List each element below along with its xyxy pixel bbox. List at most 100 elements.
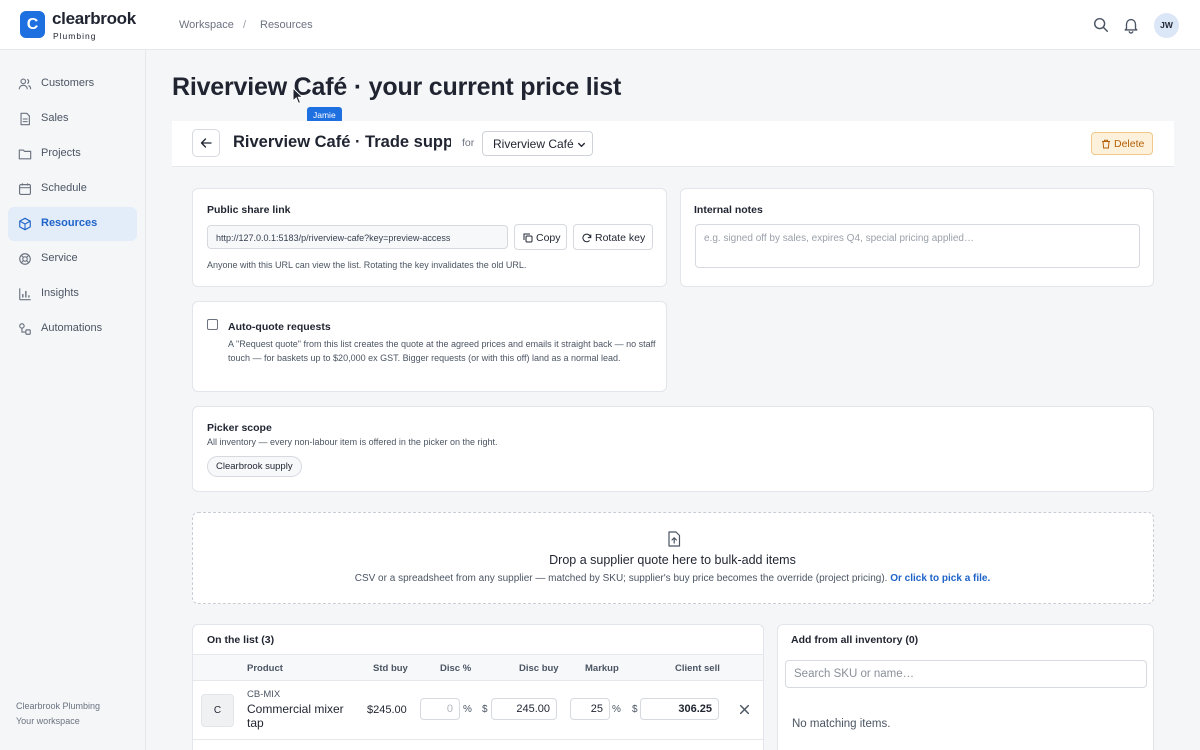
share-hint: Anyone with this URL can view the list. … xyxy=(207,260,527,270)
sidebar-item-label: Automations xyxy=(41,322,103,334)
rotate-key-button[interactable]: Rotate key xyxy=(573,224,653,250)
supplier-quote-dropzone[interactable]: Drop a supplier quote here to bulk-add i… xyxy=(192,512,1154,604)
column-std-buy: Std buy xyxy=(373,663,408,674)
internal-notes-textarea[interactable]: e.g. signed off by sales, expires Q4, sp… xyxy=(695,224,1140,268)
inventory-empty-message: No matching items. xyxy=(792,718,891,730)
disc-pct-unit: % xyxy=(463,704,472,715)
table-header: Product Std buy Disc % Disc buy Markup C… xyxy=(193,654,763,681)
top-bar: C clearbrook Plumbing Workspace / Resour… xyxy=(0,0,1200,50)
file-upload-icon xyxy=(668,531,681,547)
internal-notes-card: Internal notes e.g. signed off by sales,… xyxy=(680,188,1154,287)
product-thumbnail: C xyxy=(201,694,234,727)
client-sell-input[interactable]: 306.25 xyxy=(640,698,719,720)
refresh-icon xyxy=(582,233,592,243)
sidebar-item-label: Customers xyxy=(41,77,95,89)
sidebar-item-label: Projects xyxy=(41,147,81,159)
page-title: Riverview Café · your current price list xyxy=(172,73,622,101)
auto-quote-card: Auto-quote requests A "Request quote" fr… xyxy=(192,301,667,392)
workflow-icon xyxy=(19,323,31,335)
auto-quote-title[interactable]: Auto-quote requests xyxy=(228,321,331,333)
pick-file-link[interactable]: Or click to pick a file. xyxy=(890,573,990,584)
breadcrumb-separator: / xyxy=(243,19,247,31)
supply-chip[interactable]: Clearbrook supply xyxy=(207,456,302,477)
mouse-cursor-icon xyxy=(292,87,304,105)
sidebar-item-label: Schedule xyxy=(41,182,87,194)
trash-icon xyxy=(1102,139,1110,149)
product-name: Commercial mixer tap xyxy=(247,702,344,730)
price-list-title[interactable]: Riverview Café · Trade supplies xyxy=(233,133,451,152)
sidebar-item-insights[interactable]: Insights xyxy=(8,277,137,311)
sidebar-item-label: Service xyxy=(41,252,78,264)
sidebar-item-sales[interactable]: Sales xyxy=(8,102,137,136)
share-url-field[interactable]: http://127.0.0.1:5183/p/riverview-cafe?k… xyxy=(207,225,508,249)
sidebar: Customers Sales Projects Schedule Resour… xyxy=(0,50,146,750)
cube-icon xyxy=(19,217,31,231)
sidebar-item-customers[interactable]: Customers xyxy=(8,67,137,101)
dropzone-subtitle: CSV or a spreadsheet from any supplier —… xyxy=(354,573,888,584)
bell-icon[interactable] xyxy=(1122,16,1140,34)
std-buy-value: $245.00 xyxy=(367,704,407,716)
column-client-sell: Client sell xyxy=(675,663,720,674)
workspace-name: Clearbrook Plumbing xyxy=(16,701,101,711)
dropzone-subtitle-row: CSV or a spreadsheet from any supplier —… xyxy=(193,573,1152,584)
sidebar-item-automations[interactable]: Automations xyxy=(8,312,137,346)
public-share-card: Public share link http://127.0.0.1:5183/… xyxy=(192,188,667,287)
price-list-header: Riverview Café · Trade supplies for Rive… xyxy=(172,121,1174,167)
rotate-key-label: Rotate key xyxy=(595,232,646,244)
brand-logo[interactable]: C xyxy=(20,11,45,38)
list-title: On the list (3) xyxy=(207,634,275,646)
for-label: for xyxy=(462,137,475,149)
markup-input[interactable]: 25 xyxy=(570,698,610,720)
copy-button[interactable]: Copy xyxy=(514,224,567,250)
users-icon xyxy=(18,78,32,90)
chevron-down-icon xyxy=(577,142,586,148)
client-select[interactable]: Riverview Café xyxy=(482,131,593,156)
delete-label: Delete xyxy=(1114,138,1145,150)
sidebar-item-label: Sales xyxy=(41,112,69,124)
client-select-value: Riverview Café xyxy=(493,137,574,151)
share-card-title: Public share link xyxy=(207,204,291,216)
disc-pct-input[interactable]: 0 xyxy=(420,698,460,720)
calendar-icon xyxy=(19,183,31,195)
bar-chart-icon xyxy=(19,288,31,301)
brand-subtitle: Plumbing xyxy=(53,31,97,41)
lifebuoy-icon xyxy=(19,253,31,265)
user-avatar[interactable]: JW xyxy=(1154,13,1179,38)
sidebar-item-schedule[interactable]: Schedule xyxy=(8,172,137,206)
folder-icon xyxy=(18,149,32,160)
inventory-search-input[interactable] xyxy=(785,660,1147,688)
picker-scope-description: All inventory — every non-labour item is… xyxy=(207,437,498,447)
breadcrumb-resources[interactable]: Resources xyxy=(260,19,313,31)
arrow-left-icon xyxy=(200,138,212,148)
column-product: Product xyxy=(247,663,283,674)
column-disc-buy: Disc buy xyxy=(519,663,559,674)
inventory-picker: Add from all inventory (0) No matching i… xyxy=(777,624,1154,750)
brand-name: clearbrook xyxy=(52,9,136,28)
picker-scope-card: Picker scope All inventory — every non-l… xyxy=(192,406,1154,492)
disc-buy-input[interactable]: 245.00 xyxy=(491,698,557,720)
notes-card-title: Internal notes xyxy=(694,204,763,216)
document-icon xyxy=(20,112,30,126)
copy-label: Copy xyxy=(536,232,561,244)
back-button[interactable] xyxy=(192,129,220,157)
breadcrumb-workspace[interactable]: Workspace xyxy=(179,19,234,31)
price-list-table: On the list (3) Product Std buy Disc % D… xyxy=(192,624,764,750)
inventory-title: Add from all inventory (0) xyxy=(791,634,919,646)
auto-quote-description: A "Request quote" from this list creates… xyxy=(228,339,656,363)
sidebar-item-label: Insights xyxy=(41,287,79,299)
dropzone-title: Drop a supplier quote here to bulk-add i… xyxy=(549,553,796,567)
delete-button[interactable]: Delete xyxy=(1091,132,1153,155)
auto-quote-checkbox[interactable] xyxy=(207,319,218,330)
table-row: C CB-MIX Commercial mixer tap $245.00 0 … xyxy=(193,682,763,740)
client-sell-currency: $ xyxy=(632,704,638,715)
column-disc-pct: Disc % xyxy=(440,663,472,674)
disc-buy-currency: $ xyxy=(482,704,488,715)
sidebar-item-projects[interactable]: Projects xyxy=(8,137,137,171)
sidebar-item-resources[interactable]: Resources xyxy=(8,207,137,241)
search-icon[interactable] xyxy=(1092,16,1110,34)
sidebar-item-service[interactable]: Service xyxy=(8,242,137,276)
close-icon[interactable] xyxy=(739,704,750,715)
picker-scope-title: Picker scope xyxy=(207,422,272,434)
column-markup: Markup xyxy=(585,663,619,674)
sidebar-item-label: Resources xyxy=(41,217,98,229)
